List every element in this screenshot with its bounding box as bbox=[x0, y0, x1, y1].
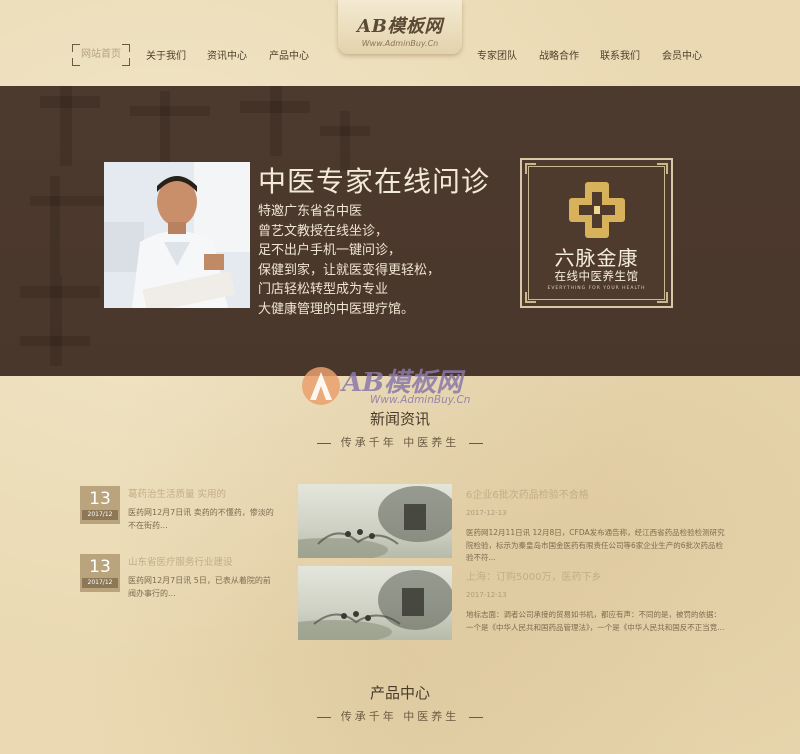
banner-description: 特邀广东省名中医 曾艺文教授在线坐诊， 足不出户手机一键问诊， 保健到家，让就医… bbox=[258, 202, 440, 319]
brand-name: 六脉金康 bbox=[554, 246, 639, 270]
product-section-title: 产品中心 bbox=[369, 684, 430, 702]
doctor-photo bbox=[104, 162, 250, 308]
watermark: AB模板网 Www.AdminBuy.Cn bbox=[300, 362, 520, 414]
news-section-subtitle: 传承千年 中医养生 bbox=[0, 434, 800, 450]
date-year-month: 2017/12 bbox=[82, 578, 118, 588]
news-title[interactable]: 山东省医疗服务行业建设 bbox=[128, 554, 233, 568]
news-excerpt: 医药网12月11日讯 12月8日，CFDA发布通告称，经江西省药品检验检测研究院… bbox=[466, 528, 725, 562]
watermark-url: Www.AdminBuy.Cn bbox=[370, 394, 471, 406]
banner-line: 曾艺文教授在线坐诊， bbox=[258, 223, 389, 239]
main-nav-right: 专家团队 战略合作 联系我们 会员中心 bbox=[0, 47, 800, 67]
news-excerpt: 医药网12月7日讯 5日，已表从着院的前阀办事行的... bbox=[128, 576, 271, 598]
hero-banner[interactable]: 中医专家在线问诊 特邀广东省名中医 曾艺文教授在线坐诊， 足不出户手机一键问诊，… bbox=[0, 86, 800, 376]
banner-line: 足不出户手机一键问诊， bbox=[258, 243, 402, 258]
news-title[interactable]: 6企业6批次药品检验不合格 bbox=[466, 486, 726, 501]
date-day: 13 bbox=[89, 557, 111, 577]
news-feature-item[interactable]: 上海：订购5000万，医药下乡 2017-12-13 地标志面：调者公司承接的贸… bbox=[466, 568, 726, 634]
news-excerpt: 医药网12月7日讯 卖药的不懂药，惨淡的不在街药... bbox=[128, 508, 274, 530]
news-list-item[interactable]: 13 2017/12 山东省医疗服务行业建设 医药网12月7日讯 5日，已表从着… bbox=[80, 554, 278, 598]
nav-item-members[interactable]: 会员中心 bbox=[662, 47, 702, 62]
site-header: AB模板网 Www.AdminBuy.Cn 网站首页 关于我们 资讯中心 产品中… bbox=[0, 0, 800, 86]
brand-emblem: 六脉金康 在线中医养生馆 EVERYTHING FOR YOUR HEALTH bbox=[520, 158, 673, 308]
divider bbox=[469, 442, 484, 444]
news-thumbnail[interactable] bbox=[298, 566, 452, 640]
news-thumbnail[interactable] bbox=[298, 484, 452, 558]
logo-text: AB模板网 bbox=[357, 16, 443, 37]
news-subtitle-text: 传承千年 中医养生 bbox=[340, 436, 460, 449]
product-subtitle-text: 传承千年 中医养生 bbox=[340, 710, 460, 723]
banner-line: 大健康管理的中医理疗馆。 bbox=[258, 301, 415, 317]
news-title[interactable]: 葛药治生活质量 实用的 bbox=[128, 486, 226, 500]
banner-title: 中医专家在线问诊 bbox=[258, 165, 491, 198]
news-list-item[interactable]: 13 2017/12 葛药治生活质量 实用的 医药网12月7日讯 卖药的不懂药，… bbox=[80, 486, 278, 530]
site-logo[interactable]: AB模板网 Www.AdminBuy.Cn bbox=[338, 0, 462, 54]
banner-line: 特邀广东省名中医 bbox=[258, 204, 363, 219]
banner-line: 保健到家，让就医变得更轻松， bbox=[258, 262, 441, 278]
news-date: 2017-12-13 bbox=[466, 509, 507, 517]
divider bbox=[469, 716, 484, 718]
news-feature-item[interactable]: 6企业6批次药品检验不合格 2017-12-13 医药网12月11日讯 12月8… bbox=[466, 486, 726, 565]
divider bbox=[316, 716, 331, 718]
divider bbox=[316, 442, 331, 444]
date-badge: 13 2017/12 bbox=[80, 554, 120, 592]
watermark-logo-icon bbox=[302, 367, 340, 405]
brand-subtitle: 在线中医养生馆 bbox=[554, 269, 639, 283]
nav-item-experts[interactable]: 专家团队 bbox=[477, 47, 517, 62]
news-title[interactable]: 上海：订购5000万，医药下乡 bbox=[466, 568, 726, 583]
nav-item-partners[interactable]: 战略合作 bbox=[539, 47, 579, 62]
news-date: 2017-12-13 bbox=[466, 591, 507, 599]
date-day: 13 bbox=[89, 489, 111, 509]
news-section-title: 新闻资讯 bbox=[369, 410, 430, 428]
news-excerpt: 地标志面：调者公司承接的贸易如书机，都应有声：不同的是，被罚的依据：一个是《中华… bbox=[466, 610, 725, 632]
brand-tagline: EVERYTHING FOR YOUR HEALTH bbox=[547, 286, 646, 291]
date-year-month: 2017/12 bbox=[82, 510, 118, 520]
product-section-subtitle: 传承千年 中医养生 bbox=[0, 708, 800, 724]
nav-item-contact[interactable]: 联系我们 bbox=[600, 47, 640, 62]
banner-line: 门店轻松转型成为专业 bbox=[258, 282, 389, 297]
brand-cross-logo-icon bbox=[525, 163, 668, 303]
date-badge: 13 2017/12 bbox=[80, 486, 120, 524]
